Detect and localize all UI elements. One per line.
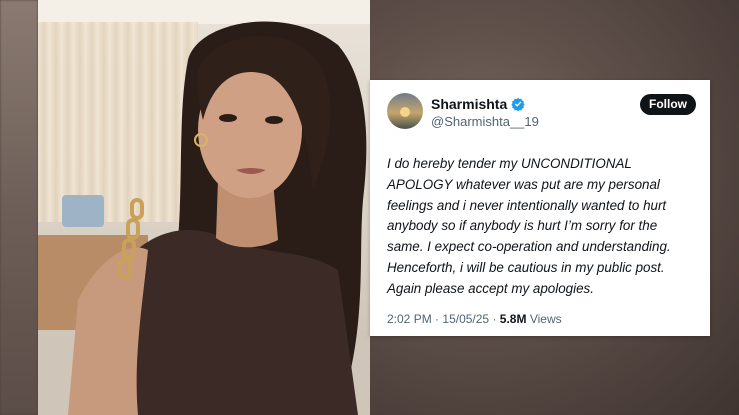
tweet-date[interactable]: 15/05/25 xyxy=(442,312,489,326)
tweet-text-line: anybody so if anybody is hurt I’m sorry … xyxy=(387,218,658,234)
follow-button[interactable]: Follow xyxy=(640,94,696,115)
tweet-text: I do hereby tender my UNCONDITIONAL APOL… xyxy=(387,154,705,300)
tweet-text-line: feelings and i never intentionally wante… xyxy=(387,197,667,213)
person-figure xyxy=(68,21,367,415)
meta-separator: · xyxy=(435,312,440,326)
tweet-text-line: I do hereby tender my UNCONDITIONAL xyxy=(387,156,632,171)
name-row: Sharmishta xyxy=(431,96,525,112)
tweet-meta: 2:02 PM · 15/05/25 · 5.8M Views xyxy=(387,312,562,326)
avatar-sun xyxy=(400,107,410,117)
views-count: 5.8M xyxy=(499,312,527,326)
tweet-text-line: APOLOGY whatever was put are my personal xyxy=(387,176,660,192)
tweet-text-line: Henceforth, i will be cautious in my pub… xyxy=(387,259,665,275)
tweet-time[interactable]: 2:02 PM xyxy=(387,312,432,326)
verified-badge-icon xyxy=(511,97,525,112)
meta-separator: · xyxy=(492,312,497,326)
user-handle[interactable]: @Sharmishta__19 xyxy=(431,114,539,129)
tweet-text-line: same. I expect co-operation and understa… xyxy=(387,239,671,255)
avatar[interactable] xyxy=(387,93,423,129)
tweet-card: Sharmishta @Sharmishta__19 Follow I do h… xyxy=(370,80,710,336)
display-name[interactable]: Sharmishta xyxy=(431,96,507,112)
background-blur-left xyxy=(0,0,38,415)
views-label: Views xyxy=(529,312,562,326)
profile-photo xyxy=(38,0,370,415)
tweet-text-line: Again please accept my apologies. xyxy=(387,280,594,296)
